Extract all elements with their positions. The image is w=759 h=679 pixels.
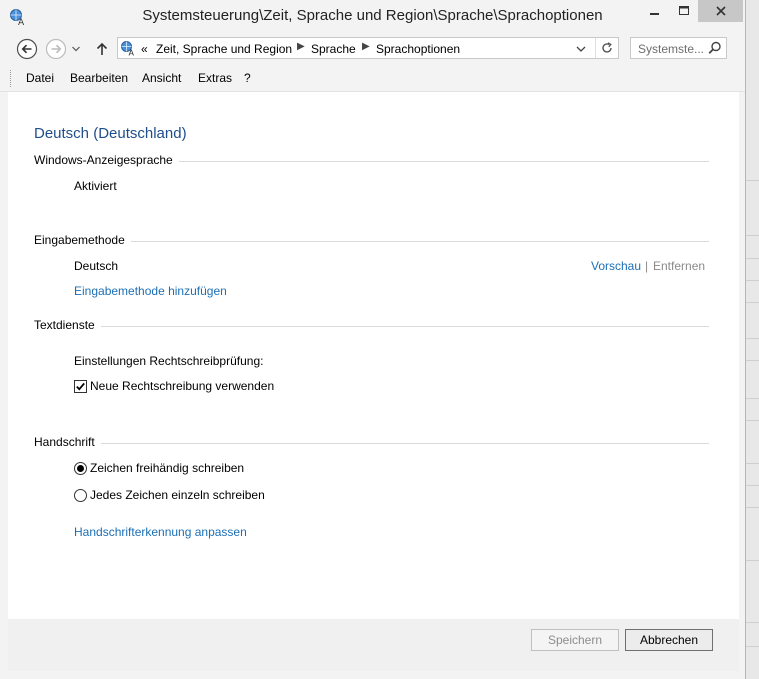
refresh-button[interactable] bbox=[595, 38, 618, 58]
control-panel-window: A Systemsteuerung\Zeit, Sprache und Regi… bbox=[0, 0, 746, 679]
divider bbox=[746, 463, 759, 464]
breadcrumb-separator-icon[interactable]: ▶ bbox=[362, 41, 370, 52]
spellcheck-settings-label: Einstellungen Rechtschreibprüfung: bbox=[74, 354, 264, 368]
divider bbox=[746, 360, 759, 361]
divider bbox=[746, 235, 759, 236]
single-character-radio[interactable] bbox=[74, 489, 87, 502]
back-button[interactable] bbox=[16, 38, 38, 60]
search-placeholder: Systemste... bbox=[638, 42, 705, 56]
freehand-radio[interactable] bbox=[74, 462, 87, 475]
up-arrow-icon bbox=[96, 42, 108, 55]
section-label: Handschrift bbox=[34, 435, 101, 449]
divider bbox=[746, 485, 759, 486]
breadcrumb-zeit-sprache-region[interactable]: Zeit, Sprache und Region bbox=[156, 42, 292, 56]
new-spelling-checkbox[interactable] bbox=[74, 380, 87, 393]
divider bbox=[746, 280, 759, 281]
section-input-method: Eingabemethode bbox=[34, 233, 709, 249]
single-character-label[interactable]: Jedes Zeichen einzeln schreiben bbox=[90, 488, 265, 502]
back-arrow-icon bbox=[16, 38, 38, 60]
minimize-button[interactable] bbox=[640, 0, 670, 22]
breadcrumb-sprachoptionen[interactable]: Sprachoptionen bbox=[376, 42, 460, 56]
remove-link[interactable]: Entfernen bbox=[653, 259, 705, 273]
freehand-label[interactable]: Zeichen freihändig schreiben bbox=[90, 461, 244, 475]
menu-bar: Datei Bearbeiten Ansicht Extras ? bbox=[0, 66, 745, 92]
cancel-button[interactable]: Abbrechen bbox=[625, 629, 713, 651]
forward-arrow-icon bbox=[45, 38, 67, 60]
section-divider bbox=[34, 326, 709, 327]
new-spelling-label[interactable]: Neue Rechtschreibung verwenden bbox=[90, 379, 274, 393]
divider bbox=[746, 420, 759, 421]
menu-bar-grip bbox=[10, 70, 13, 87]
menu-datei[interactable]: Datei bbox=[26, 71, 54, 85]
section-handwriting: Handschrift bbox=[34, 435, 709, 451]
button-bar: Speichern Abbrechen bbox=[8, 619, 739, 671]
display-language-status: Aktiviert bbox=[74, 179, 117, 193]
search-icon[interactable] bbox=[708, 41, 722, 55]
background-window-edge bbox=[746, 0, 759, 679]
control-panel-icon: A bbox=[120, 40, 136, 58]
up-button[interactable] bbox=[91, 38, 113, 60]
section-divider bbox=[34, 241, 709, 242]
refresh-icon bbox=[602, 42, 612, 53]
address-bar[interactable]: A « Zeit, Sprache und Region ▶ Sprache ▶… bbox=[117, 37, 619, 59]
divider bbox=[746, 507, 759, 508]
menu-extras[interactable]: Extras bbox=[198, 71, 232, 85]
search-input[interactable]: Systemste... bbox=[630, 37, 727, 59]
address-history-dropdown[interactable] bbox=[574, 42, 588, 56]
checkmark-icon bbox=[76, 382, 85, 391]
input-method-name: Deutsch bbox=[74, 259, 119, 273]
close-button[interactable] bbox=[698, 0, 743, 22]
chevron-down-icon bbox=[576, 46, 586, 52]
section-text-services: Textdienste bbox=[34, 318, 709, 334]
menu-bearbeiten[interactable]: Bearbeiten bbox=[70, 71, 128, 85]
navigation-bar: A « Zeit, Sprache und Region ▶ Sprache ▶… bbox=[0, 33, 745, 65]
page-title: Deutsch (Deutschland) bbox=[34, 125, 187, 142]
section-display-language: Windows-Anzeigesprache bbox=[34, 153, 709, 169]
chevron-down-icon bbox=[72, 46, 80, 52]
breadcrumb-sprache[interactable]: Sprache bbox=[311, 42, 356, 56]
content-panel: Deutsch (Deutschland) Windows-Anzeigespr… bbox=[8, 92, 739, 619]
section-label: Windows-Anzeigesprache bbox=[34, 153, 179, 167]
divider bbox=[746, 338, 759, 339]
section-label: Eingabemethode bbox=[34, 233, 131, 247]
window-title: Systemsteuerung\Zeit, Sprache und Region… bbox=[142, 7, 603, 24]
maximize-button[interactable] bbox=[669, 0, 699, 22]
divider bbox=[746, 622, 759, 623]
preview-link[interactable]: Vorschau bbox=[591, 259, 641, 273]
forward-button[interactable] bbox=[45, 38, 67, 60]
link-separator: | bbox=[645, 259, 649, 273]
divider bbox=[746, 180, 759, 181]
divider bbox=[746, 560, 759, 561]
breadcrumb-overflow[interactable]: « bbox=[141, 42, 148, 56]
section-divider bbox=[34, 443, 709, 444]
radio-selected-dot bbox=[77, 465, 84, 472]
divider bbox=[746, 258, 759, 259]
breadcrumb-separator-icon[interactable]: ▶ bbox=[297, 41, 305, 52]
add-input-method-link[interactable]: Eingabemethode hinzufügen bbox=[74, 284, 227, 298]
divider bbox=[746, 302, 759, 303]
customize-handwriting-link[interactable]: Handschrifterkennung anpassen bbox=[74, 525, 247, 539]
title-bar[interactable]: A Systemsteuerung\Zeit, Sprache und Regi… bbox=[0, 0, 745, 32]
svg-text:A: A bbox=[129, 49, 135, 57]
menu-help[interactable]: ? bbox=[244, 71, 251, 85]
section-label: Textdienste bbox=[34, 318, 101, 332]
divider bbox=[746, 646, 759, 647]
save-button[interactable]: Speichern bbox=[531, 629, 619, 651]
menu-ansicht[interactable]: Ansicht bbox=[142, 71, 181, 85]
recent-locations-button[interactable] bbox=[70, 38, 82, 60]
divider bbox=[746, 398, 759, 399]
